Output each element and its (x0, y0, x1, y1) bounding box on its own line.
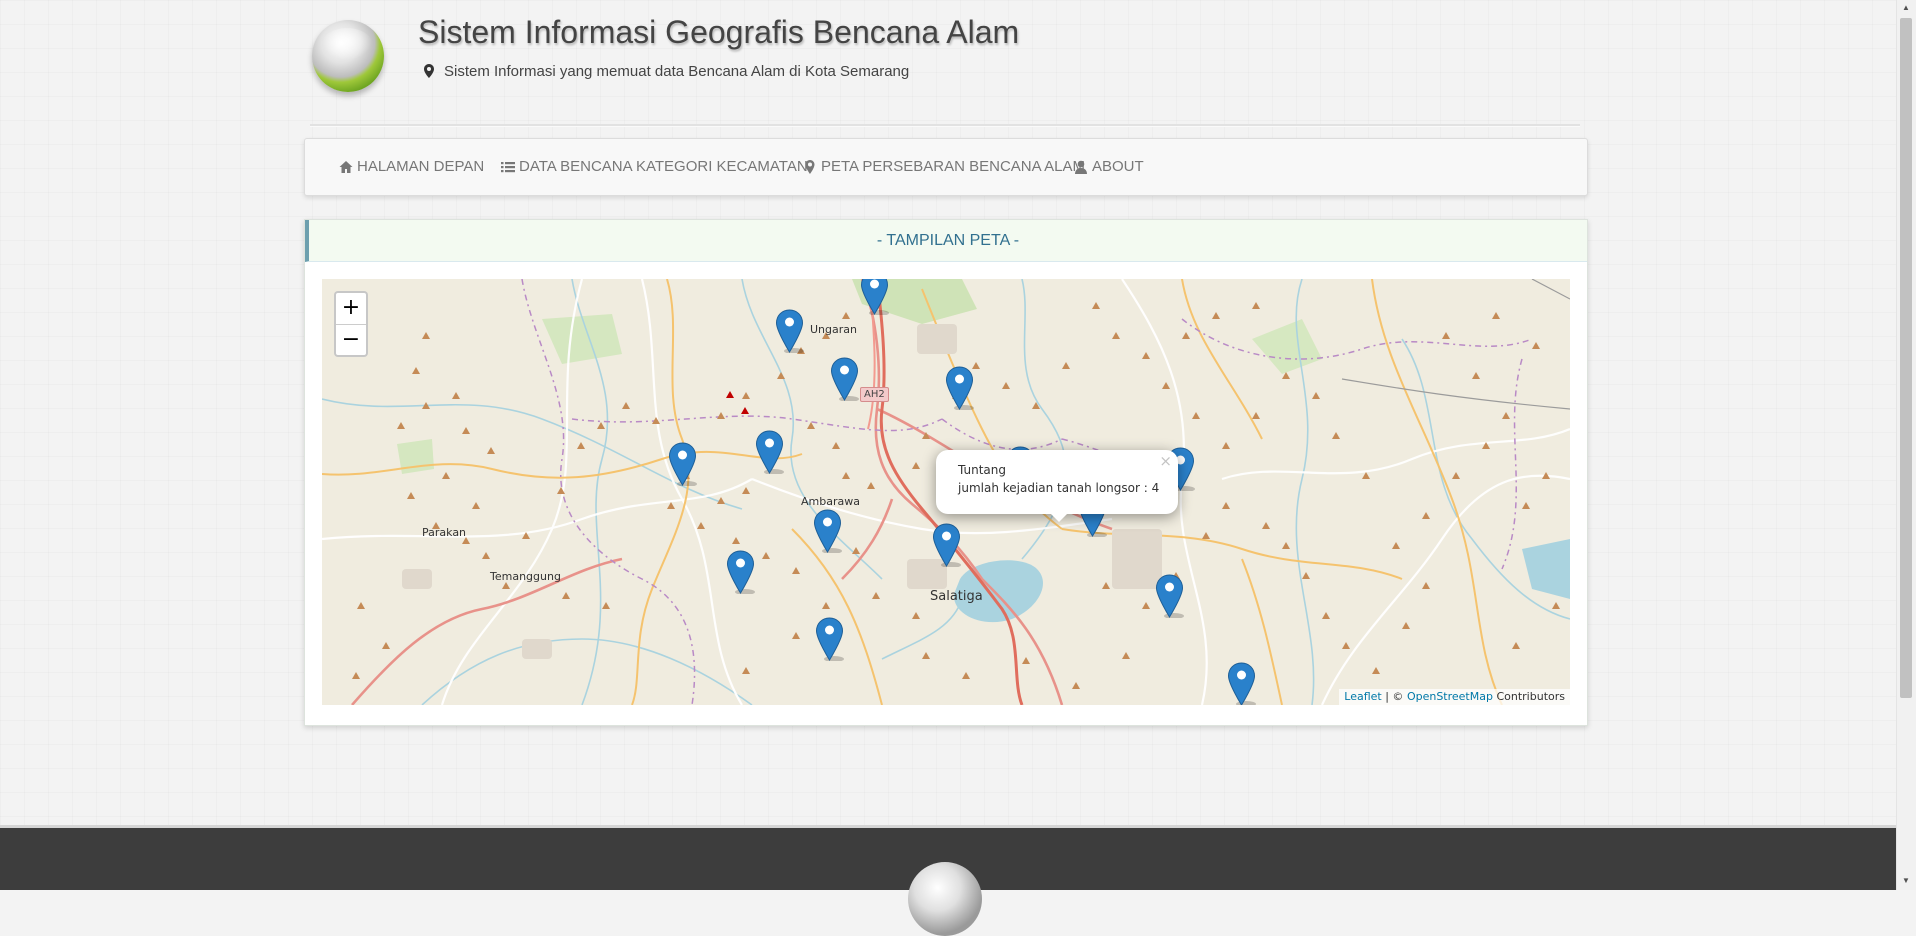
zoom-out-button[interactable]: − (336, 325, 366, 356)
list-icon (501, 161, 515, 172)
zoom-in-button[interactable]: + (336, 293, 366, 325)
panel-heading: - TAMPILAN PETA - (305, 220, 1587, 262)
map-marker[interactable] (1155, 574, 1184, 618)
map-label-ambarawa: Ambarawa (801, 495, 860, 508)
map-attribution: Leaflet | © OpenStreetMap Contributors (1339, 689, 1570, 705)
popup-tip (1049, 512, 1069, 522)
map-label-ungaran: Ungaran (810, 323, 857, 336)
map-marker-icon (424, 64, 434, 78)
scrollbar-thumb[interactable] (1900, 18, 1912, 698)
user-icon (1075, 160, 1087, 174)
map-marker[interactable] (755, 430, 784, 474)
header-divider (310, 124, 1580, 127)
zoom-control: + − (334, 291, 368, 357)
site-title: Sistem Informasi Geografis Bencana Alam (418, 14, 1020, 50)
nav-item-halaman-depan[interactable]: HALAMAN DEPAN (339, 158, 484, 175)
subtitle-text: Sistem Informasi yang memuat data Bencan… (444, 63, 910, 80)
nav-item-about[interactable]: ABOUT (1074, 158, 1144, 175)
popup-close-button[interactable]: × (1159, 452, 1172, 470)
openstreetmap-link[interactable]: OpenStreetMap (1407, 690, 1493, 703)
nav-item-data-bencana[interactable]: DATA BENCANA KATEGORI KECAMATAN (501, 158, 808, 175)
map-marker[interactable] (813, 509, 842, 553)
map-popup: × Tuntang jumlah kejadian tanah longsor … (936, 450, 1178, 522)
map-marker[interactable] (860, 279, 889, 315)
map-label-parakan: Parakan (422, 526, 467, 539)
nav-item-label: PETA PERSEBARAN BENCANA ALAM (821, 158, 1085, 175)
attribution-suffix: Contributors (1492, 690, 1565, 703)
popup-text: jumlah kejadian tanah longsor : 4 (958, 481, 1160, 495)
map-label-temanggung: Temanggung (490, 570, 561, 583)
popup-title: Tuntang (958, 463, 1006, 477)
map-marker[interactable] (815, 617, 844, 661)
nav-item-label: ABOUT (1092, 158, 1144, 175)
site-subtitle: Sistem Informasi yang memuat data Bencan… (424, 63, 909, 80)
nav-item-label: DATA BENCANA KATEGORI KECAMATAN (519, 158, 808, 175)
map-marker[interactable] (775, 309, 804, 353)
map-marker[interactable] (945, 366, 974, 410)
main-navbar: HALAMAN DEPAN DATA BENCANA KATEGORI KECA… (304, 138, 1588, 196)
map-marker-icon (805, 159, 815, 174)
map-marker[interactable] (932, 523, 961, 567)
map-label-salatiga: Salatiga (930, 589, 983, 604)
nav-item-label: HALAMAN DEPAN (357, 158, 485, 175)
home-icon (339, 160, 353, 173)
map-marker[interactable] (1227, 662, 1256, 705)
attribution-separator: | © (1381, 690, 1407, 703)
map-panel: - TAMPILAN PETA - Ungaran AH2 Ambarawa P… (304, 219, 1588, 726)
site-logo (312, 20, 384, 92)
leaflet-link[interactable]: Leaflet (1344, 690, 1381, 703)
map-marker[interactable] (726, 550, 755, 594)
leaflet-map[interactable]: Ungaran AH2 Ambarawa Parakan Temanggung … (322, 279, 1570, 705)
map-marker[interactable] (668, 442, 697, 486)
scroll-down-arrow-icon[interactable]: ▼ (1901, 876, 1911, 886)
footer-logo (908, 862, 982, 936)
nav-item-peta-persebaran[interactable]: PETA PERSEBARAN BENCANA ALAM (803, 158, 1085, 175)
scroll-up-arrow-icon[interactable]: ▲ (1901, 3, 1911, 13)
map-label-ah2: AH2 (860, 387, 889, 402)
map-marker[interactable] (830, 357, 859, 401)
